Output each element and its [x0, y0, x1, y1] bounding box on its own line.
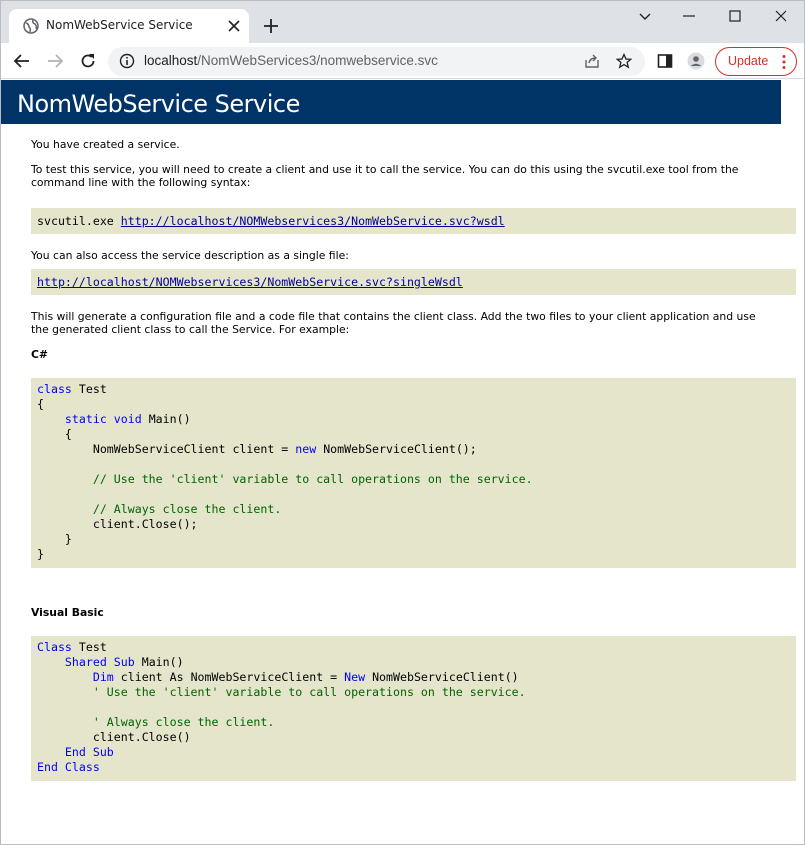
single-file-text: You can also access the service descript… [31, 249, 349, 262]
code-text: } [37, 547, 44, 561]
code-comment: // Use the 'client' variable to call ope… [37, 472, 533, 486]
profile-avatar-icon[interactable] [687, 52, 705, 70]
generate-text-line1: This will generate a configuration file … [31, 310, 756, 323]
code-text: client.Close(); [37, 517, 198, 531]
vb-code-block: Class Test Shared Sub Main() Dim client … [31, 636, 796, 781]
close-tab-icon[interactable] [228, 20, 240, 32]
minimize-icon[interactable] [681, 8, 697, 24]
globe-icon [23, 18, 39, 34]
maximize-icon[interactable] [727, 8, 743, 24]
code-comment: ' Always close the client. [37, 715, 275, 729]
test-instructions-line2: command line with the following syntax: [31, 176, 251, 189]
test-instructions-line1: To test this service, you will need to c… [31, 163, 739, 176]
forward-arrow-icon[interactable] [46, 52, 64, 70]
code-text: Test [71, 640, 107, 654]
csharp-heading: C# [31, 348, 48, 361]
reload-icon[interactable] [79, 52, 97, 70]
svcutil-command: svcutil.exe [37, 214, 114, 228]
code-keyword: Class [37, 640, 72, 654]
url-text[interactable]: localhost/NomWebServices3/nomwebservice.… [144, 53, 438, 68]
site-info-icon[interactable] [119, 53, 135, 69]
vb-code: Class Test Shared Sub Main() Dim client … [37, 640, 526, 775]
code-text: { [37, 397, 44, 411]
csharp-code: class Test { static void Main() { NomWeb… [37, 382, 533, 562]
code-text: { [37, 427, 72, 441]
wsdl-link[interactable]: http://localhost/NOMWebservices3/NomWebS… [121, 214, 505, 228]
svcutil-command-box: svcutil.exe http://localhost/NOMWebservi… [31, 208, 796, 234]
generate-text-line2: the generated client class to call the S… [31, 323, 350, 336]
page-content: NomWebService Service You have created a… [1, 80, 804, 844]
code-keyword: End Sub [64, 745, 114, 759]
code-keyword: New [344, 670, 366, 684]
csharp-code-block: class Test { static void Main() { NomWeb… [31, 378, 796, 568]
tab-title: NomWebService Service [46, 18, 193, 32]
code-text: NomWebServiceClient() [365, 670, 519, 684]
code-text: Main() [141, 412, 191, 426]
tab-strip: NomWebService Service [1, 1, 804, 44]
code-keyword: static [64, 412, 107, 426]
more-menu-icon[interactable] [782, 54, 786, 70]
update-button[interactable]: Update [715, 47, 797, 76]
share-icon[interactable] [584, 53, 600, 69]
tab-search-chevron-icon[interactable] [637, 8, 653, 24]
code-text: client.Close() [37, 730, 191, 744]
page-banner: NomWebService Service [1, 80, 781, 124]
single-wsdl-box: http://localhost/NOMWebservices3/NomWebS… [31, 269, 796, 295]
code-keyword: Dim [92, 670, 114, 684]
code-comment: ' Use the 'client' variable to call oper… [37, 685, 526, 699]
code-text: Main() [134, 655, 184, 669]
code-keyword: class [37, 382, 72, 396]
update-label: Update [728, 54, 769, 68]
code-keyword: new [295, 442, 317, 456]
url-path: /NomWebServices3/nomwebservice.svc [197, 53, 438, 68]
code-text: client As NomWebServiceClient = [113, 670, 345, 684]
url-host: localhost [144, 53, 198, 68]
side-panel-icon[interactable] [656, 52, 674, 70]
code-text: NomWebServiceClient client = [37, 442, 296, 456]
browser-toolbar: localhost/NomWebServices3/nomwebservice.… [1, 43, 804, 79]
single-wsdl-link[interactable]: http://localhost/NOMWebservices3/NomWebS… [37, 275, 463, 289]
intro-text: You have created a service. [31, 138, 180, 151]
bookmark-star-icon[interactable] [616, 53, 632, 69]
code-comment: // Always close the client. [37, 502, 282, 516]
new-tab-icon[interactable] [263, 18, 279, 34]
close-window-icon[interactable] [773, 8, 789, 24]
page-title: NomWebService Service [17, 90, 300, 118]
code-keyword: Shared Sub [64, 655, 135, 669]
back-arrow-icon[interactable] [13, 52, 31, 70]
code-text: } [37, 532, 72, 546]
code-keyword: void [113, 412, 142, 426]
code-text: Test [71, 382, 107, 396]
browser-tab[interactable]: NomWebService Service [9, 9, 249, 44]
vb-heading: Visual Basic [31, 606, 104, 619]
code-keyword: End Class [37, 760, 100, 774]
address-bar[interactable]: localhost/NomWebServices3/nomwebservice.… [108, 47, 645, 76]
code-text: NomWebServiceClient(); [316, 442, 477, 456]
